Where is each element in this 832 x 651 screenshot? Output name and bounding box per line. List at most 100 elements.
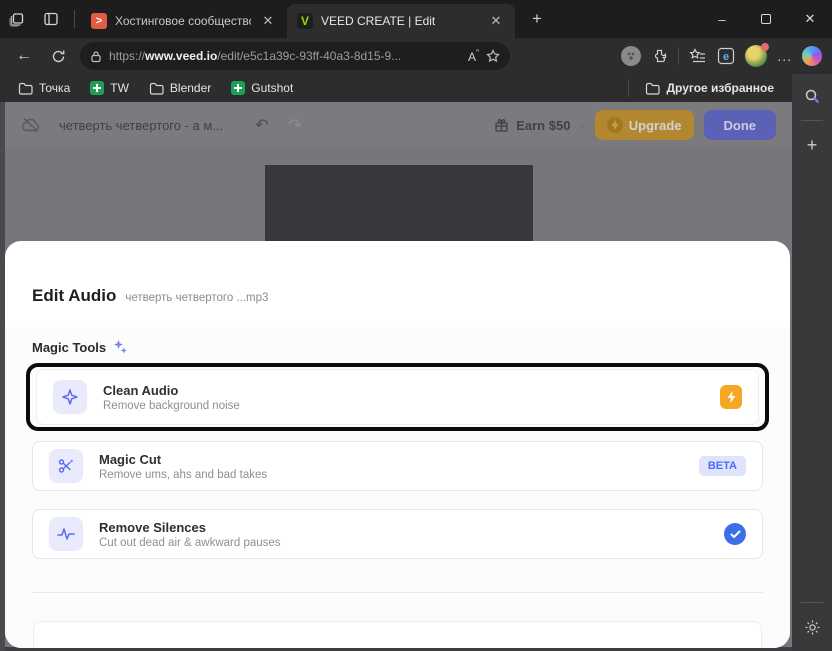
bolt-icon <box>606 117 623 133</box>
sidebar-settings-gear-icon[interactable] <box>798 613 826 641</box>
magic-tools-section: Magic Tools Clean Audio Remove backgroun… <box>5 327 790 648</box>
window-controls: – ✕ <box>700 0 832 38</box>
maximize-icon <box>761 14 771 24</box>
minimize-button[interactable]: – <box>700 0 744 38</box>
beta-badge: BETA <box>698 456 746 476</box>
separator-dot: · <box>580 117 585 133</box>
extension-avatar-icon[interactable] <box>621 46 642 66</box>
workspaces-icon[interactable] <box>0 4 34 34</box>
divider <box>74 10 75 28</box>
divider <box>801 120 823 121</box>
waveform-icon <box>49 517 83 551</box>
new-tab-button[interactable]: + <box>523 5 551 33</box>
close-button[interactable]: ✕ <box>788 0 832 38</box>
url-text[interactable]: https://www.veed.io/edit/e5c1a39c-93ff-4… <box>109 49 461 63</box>
tool-name: Clean Audio <box>103 382 179 398</box>
bookmark-tochka[interactable]: Точка <box>10 78 78 98</box>
folder-icon <box>646 82 661 95</box>
green-bookmark-icon <box>231 81 246 95</box>
edge-e-icon[interactable]: e <box>717 47 735 65</box>
title-bar: > Хостинговое сообщество «Time ✕ V VEED … <box>0 0 832 38</box>
bookmark-gutshot[interactable]: Gutshot <box>223 78 301 98</box>
other-favorites-button[interactable]: Другое избранное <box>637 78 782 98</box>
notification-dot <box>761 43 770 51</box>
bookmarks-bar: Точка TW Blender Gutshot Другое избранно… <box>0 74 792 102</box>
folder-icon <box>18 82 33 95</box>
other-favorites-label: Другое избранное <box>666 81 774 95</box>
tab-close-icon[interactable]: ✕ <box>259 12 277 30</box>
tab-favicon: V <box>297 13 313 29</box>
upgrade-button[interactable]: Upgrade <box>594 110 694 140</box>
bookmark-blender[interactable]: Blender <box>141 78 219 98</box>
tab-veed-create[interactable]: V VEED CREATE | Edit ✕ <box>287 4 515 38</box>
sparkle-icon <box>53 380 87 414</box>
divider <box>801 602 823 603</box>
enabled-check-icon[interactable] <box>724 523 746 545</box>
favorite-star-icon[interactable] <box>486 49 500 63</box>
bookmark-label: Gutshot <box>251 81 294 95</box>
page-content: четверть четвертого - а м... ↶ ↷ Earn $5… <box>0 102 792 651</box>
back-button[interactable]: ← <box>8 41 40 71</box>
earn-button[interactable]: Earn $50 <box>494 118 570 133</box>
annotation-highlight: Clean Audio Remove background noise <box>26 363 769 431</box>
collections-icon[interactable] <box>689 48 707 64</box>
project-title[interactable]: четверть четвертого - а м... <box>59 118 223 133</box>
tab-title: Хостинговое сообщество «Time <box>115 14 251 28</box>
divider <box>678 47 680 65</box>
tool-clean-audio[interactable]: Clean Audio Remove background noise <box>36 369 759 425</box>
edit-audio-modal: Edit Audio четверть четвертого ...mp3 Ma… <box>5 241 790 648</box>
url-path: /edit/e5c1a39c-93ff-40a3-8d15-9... <box>217 49 402 63</box>
undo-icon[interactable]: ↶ <box>255 115 268 135</box>
browser-toolbar: ← https://www.veed.io/edit/e5c1a39c-93ff… <box>0 38 832 74</box>
modal-title: Edit Audio <box>32 286 117 305</box>
redo-icon[interactable]: ↷ <box>289 115 302 135</box>
done-button[interactable]: Done <box>703 110 776 140</box>
tab-favicon: > <box>91 13 107 29</box>
premium-bolt-badge <box>720 385 742 409</box>
tab-hosting-community[interactable]: > Хостинговое сообщество «Time ✕ <box>81 4 287 38</box>
sparkles-icon <box>114 340 127 354</box>
bookmark-label: TW <box>110 81 129 95</box>
divider <box>628 79 630 97</box>
divider <box>32 592 763 593</box>
earn-label: Earn $50 <box>516 117 571 133</box>
lock-icon[interactable] <box>90 50 102 63</box>
bookmark-label: Точка <box>39 81 71 95</box>
next-card-partial[interactable] <box>33 621 762 648</box>
url-scheme: https:// <box>109 49 146 63</box>
tab-actions-icon[interactable] <box>34 4 68 34</box>
url-domain: www.veed.io <box>145 49 218 63</box>
maximize-button[interactable] <box>744 0 788 38</box>
sidebar-search-icon[interactable] <box>798 82 826 110</box>
section-title: Magic Tools <box>32 339 107 355</box>
refresh-button[interactable] <box>42 41 74 71</box>
tool-remove-silences[interactable]: Remove Silences Cut out dead air & awkwa… <box>32 509 763 559</box>
tool-name: Remove Silences <box>99 519 206 535</box>
folder-icon <box>149 82 164 95</box>
tool-name: Magic Cut <box>99 451 162 467</box>
tab-title: VEED CREATE | Edit <box>321 14 436 28</box>
gift-icon <box>495 118 508 132</box>
extensions-puzzle-icon[interactable] <box>651 48 668 65</box>
scissors-icon <box>49 449 83 483</box>
read-aloud-icon[interactable]: A <box>468 48 479 64</box>
cloud-off-icon <box>21 117 41 133</box>
tab-close-icon[interactable]: ✕ <box>487 12 505 30</box>
tool-magic-cut[interactable]: Magic Cut Remove ums, ahs and bad takes … <box>32 441 763 491</box>
veed-header: четверть четвертого - а м... ↶ ↷ Earn $5… <box>5 102 792 148</box>
toolbar-right: e ... <box>621 43 824 67</box>
address-bar[interactable]: https://www.veed.io/edit/e5c1a39c-93ff-4… <box>80 42 510 70</box>
bookmark-label: Blender <box>169 81 212 95</box>
settings-more-icon[interactable]: ... <box>777 48 792 64</box>
sidebar-add-icon[interactable]: + <box>798 131 826 159</box>
audio-file-name: четверть четвертого ...mp3 <box>125 292 269 304</box>
copilot-icon[interactable] <box>802 46 822 66</box>
green-bookmark-icon <box>90 81 105 95</box>
upgrade-label: Upgrade <box>628 117 682 133</box>
profile-avatar[interactable] <box>745 43 770 67</box>
bookmark-tw[interactable]: TW <box>82 78 137 98</box>
svg-text:e: e <box>723 51 729 63</box>
tool-desc: Remove background noise <box>103 399 240 412</box>
tool-desc: Cut out dead air & awkward pauses <box>99 536 281 549</box>
edge-sidebar: + <box>792 74 832 651</box>
